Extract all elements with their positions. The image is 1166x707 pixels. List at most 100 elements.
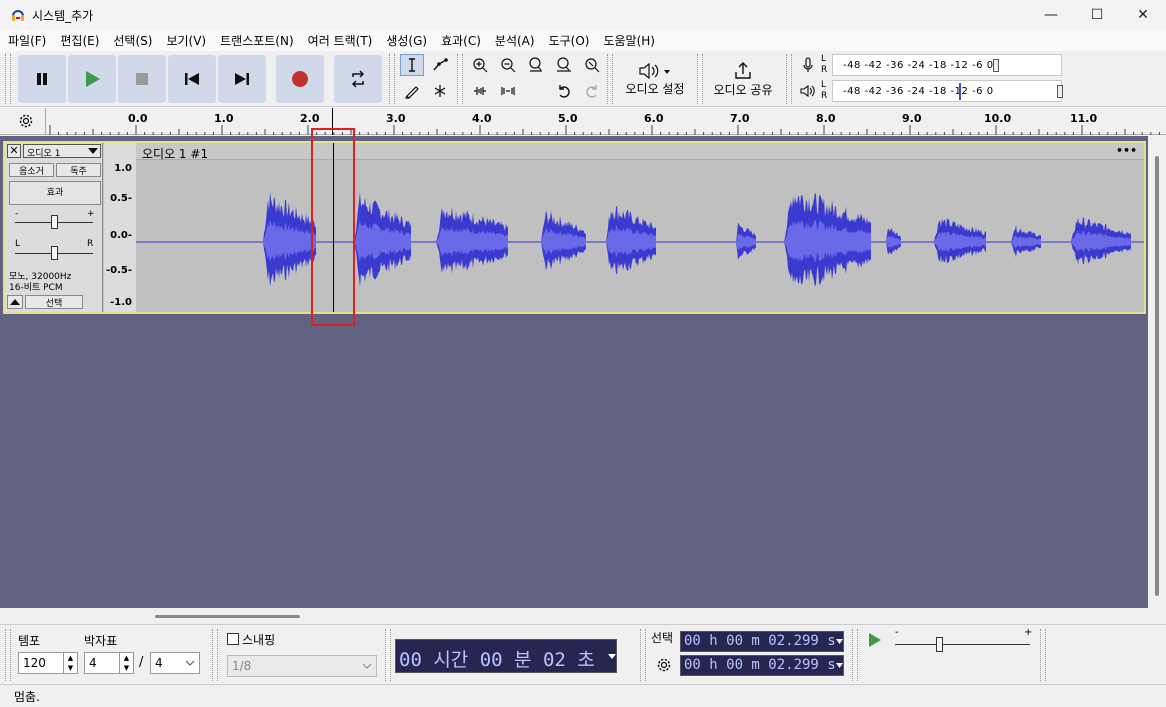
- zoom-out-icon: [501, 58, 516, 73]
- time-signature-denominator[interactable]: 4: [150, 652, 200, 674]
- pan-slider[interactable]: [51, 246, 58, 260]
- selection-start-time[interactable]: 00 h 00 m 02.299 s: [680, 631, 844, 652]
- playback-meter[interactable]: -48 -42 -36 -24 -18 -12 -6 0: [832, 80, 1063, 102]
- maximize-button[interactable]: ☐: [1074, 0, 1120, 30]
- track-menu-button[interactable]: 오디오 1: [23, 144, 101, 159]
- zoom-out-button[interactable]: [496, 54, 520, 76]
- pause-button[interactable]: [18, 55, 66, 103]
- multi-tool-button[interactable]: [428, 80, 452, 102]
- tempo-input[interactable]: 120 ▲ ▼: [18, 652, 78, 674]
- minimize-button[interactable]: —: [1028, 0, 1074, 30]
- toolbar-grip[interactable]: [1040, 629, 1046, 681]
- toolbar-grip[interactable]: [852, 629, 858, 681]
- playback-level-slider[interactable]: [1057, 85, 1063, 98]
- clip-header[interactable]: 오디오 1 #1 •••: [136, 143, 1144, 161]
- time-display[interactable]: 00 시간 00 분 02 초: [395, 639, 617, 673]
- selection-end-time[interactable]: 00 h 00 m 02.299 s: [680, 655, 844, 676]
- zoom-in-icon: [473, 58, 488, 73]
- toolbar-grip[interactable]: [385, 629, 391, 681]
- numerator-spinner[interactable]: ▲ ▼: [119, 653, 133, 673]
- mute-button[interactable]: 음소거: [9, 163, 54, 177]
- toolbar-grip[interactable]: [5, 54, 11, 104]
- audio-track[interactable]: ✕ 오디오 1 음소거 독주 효과 - + L R 모노, 32000Hz 16…: [3, 141, 1146, 314]
- playback-meter-button[interactable]: [796, 80, 820, 102]
- silence-button[interactable]: [496, 80, 520, 102]
- play-button[interactable]: [68, 55, 116, 103]
- time-signature-numerator[interactable]: 4 ▲ ▼: [84, 652, 134, 674]
- selection-settings-button[interactable]: [652, 654, 676, 676]
- record-meter-button[interactable]: [796, 54, 820, 76]
- record-level-slider[interactable]: [993, 59, 999, 72]
- dropdown-arrow-icon: [88, 148, 98, 154]
- record-button[interactable]: [276, 55, 324, 103]
- timeline-ruler[interactable]: 0.0 1.0 2.0 3.0 4.0 5.0 6.0 7.0 8.0 9.0 …: [0, 108, 1166, 135]
- zoom-toggle-button[interactable]: [580, 54, 604, 76]
- menu-analyze[interactable]: 분석(A): [495, 32, 535, 49]
- stop-button[interactable]: [118, 55, 166, 103]
- menu-edit[interactable]: 편집(E): [60, 32, 99, 49]
- select-track-button[interactable]: 선택: [25, 295, 83, 309]
- horizontal-scrollbar[interactable]: [0, 608, 1148, 624]
- fit-selection-button[interactable]: [524, 54, 548, 76]
- trim-button[interactable]: [468, 80, 492, 102]
- toolbar-grip[interactable]: [786, 54, 792, 104]
- draw-tool-button[interactable]: [400, 80, 424, 102]
- audio-setup-button[interactable]: 오디오 설정: [616, 54, 694, 104]
- skip-to-start-button[interactable]: [168, 55, 216, 103]
- close-track-button[interactable]: ✕: [7, 144, 21, 158]
- menu-transport[interactable]: 트랜스포트(N): [220, 32, 294, 49]
- gain-slider[interactable]: [51, 215, 58, 229]
- track-area[interactable]: ✕ 오디오 1 음소거 독주 효과 - + L R 모노, 32000Hz 16…: [0, 136, 1148, 608]
- fit-project-button[interactable]: [552, 54, 576, 76]
- dropdown-arrow-icon: [836, 663, 843, 668]
- undo-button[interactable]: [552, 80, 576, 102]
- skip-to-end-button[interactable]: [218, 55, 266, 103]
- tempo-spinner[interactable]: ▲ ▼: [63, 653, 77, 673]
- snap-to-select[interactable]: 1/8: [227, 655, 377, 677]
- menu-file[interactable]: 파일(F): [8, 32, 46, 49]
- zoom-in-button[interactable]: [468, 54, 492, 76]
- zoom-toggle-icon: [585, 58, 600, 73]
- selection-tool-button[interactable]: [400, 54, 424, 76]
- record-meter[interactable]: -48 -42 -36 -24 -18 -12 -6 0: [832, 54, 1062, 76]
- clip-menu-button[interactable]: •••: [1116, 144, 1137, 157]
- menu-effect[interactable]: 효과(C): [441, 32, 481, 49]
- effects-button[interactable]: 효과: [9, 181, 101, 205]
- menu-tools[interactable]: 도구(O): [549, 32, 590, 49]
- menu-help[interactable]: 도움말(H): [603, 32, 655, 49]
- menu-select[interactable]: 선택(S): [113, 32, 152, 49]
- loop-button[interactable]: [334, 55, 382, 103]
- vertical-scrollbar[interactable]: [1148, 136, 1166, 608]
- toolbar-grip[interactable]: [640, 629, 646, 681]
- menu-generate[interactable]: 생성(G): [386, 32, 427, 49]
- menu-view[interactable]: 보기(V): [166, 32, 206, 49]
- toolbar-grip[interactable]: [607, 54, 613, 104]
- speed-slider[interactable]: [936, 637, 943, 652]
- toolbar: 오디오 설정 오디오 공유 LR -48 -42 -36 -24 -18 -12…: [0, 51, 1166, 107]
- scale-label: 0.0-: [110, 230, 132, 241]
- scale-label: 0.5-: [110, 193, 132, 204]
- redo-button[interactable]: [580, 80, 604, 102]
- snapping-checkbox[interactable]: [227, 633, 239, 645]
- envelope-icon: [433, 58, 448, 71]
- toolbar-grip[interactable]: [389, 54, 395, 104]
- vertical-scroll-thumb[interactable]: [1155, 156, 1159, 596]
- collapse-arrow-icon: [10, 299, 20, 305]
- gain-minus-label: -: [15, 209, 19, 219]
- solo-button[interactable]: 독주: [56, 163, 101, 177]
- close-button[interactable]: ✕: [1120, 0, 1166, 30]
- play-at-speed-button[interactable]: [862, 629, 886, 651]
- horizontal-scroll-thumb[interactable]: [155, 615, 300, 618]
- tempo-label: 템포: [18, 634, 41, 648]
- share-audio-button[interactable]: 오디오 공유: [706, 54, 780, 104]
- envelope-tool-button[interactable]: [428, 54, 452, 76]
- toolbar-grip[interactable]: [5, 629, 11, 681]
- toolbar-grip[interactable]: [697, 54, 703, 104]
- time-signature-denominator-value: 4: [155, 656, 163, 670]
- toolbar-grip[interactable]: [457, 54, 463, 104]
- amplitude-scale[interactable]: 1.0 0.5- 0.0- -0.5- -1.0: [104, 143, 136, 312]
- menu-tracks[interactable]: 여러 트랙(T): [308, 32, 373, 49]
- collapse-track-button[interactable]: [7, 295, 23, 309]
- toolbar-grip[interactable]: [212, 629, 218, 681]
- waveform-clip[interactable]: 오디오 1 #1 •••: [136, 143, 1144, 312]
